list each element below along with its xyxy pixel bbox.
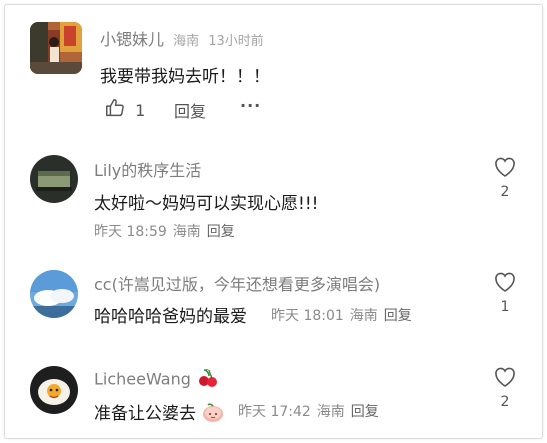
avatar[interactable] [30,22,82,74]
comment-username[interactable]: 小锶妹儿 海南 13小时前 [100,26,264,50]
like-button[interactable]: 1 [490,271,520,315]
like-count: 1 [135,100,146,120]
reply-text: 太好啦～妈妈可以实现心愿!!! [94,194,319,214]
reply-button[interactable]: 回复 [207,224,235,240]
reply-time: 昨天 17:42 [238,404,311,420]
reply-button[interactable]: 回复 [174,98,206,122]
comment-time: 13小时前 [208,34,264,49]
comment-location: 海南 [173,34,200,49]
reply-location: 海南 [172,224,201,240]
reply-meta: 昨天 17:42 海南 回复 [238,401,385,421]
like-button[interactable]: 2 [490,366,520,410]
more-options-button[interactable]: ··· [240,96,261,115]
reply-username[interactable]: Lily的秩序生活 [94,157,201,181]
comment-text: 我要带我妈去听！！！ [100,67,270,87]
like-button[interactable]: 1 [104,97,145,123]
avatar[interactable] [30,155,78,203]
like-count: 1 [500,299,510,315]
comment-thread [4,4,543,439]
reply-text: 准备让公婆去 [94,399,225,428]
reply-meta: 昨天 18:01 海南 回复 [271,305,418,325]
avatar[interactable] [30,270,78,318]
like-button[interactable]: 2 [490,156,520,200]
thumbs-up-icon [104,97,126,123]
heart-icon [493,272,517,297]
heart-icon [493,367,517,392]
reply-location: 海南 [349,308,378,324]
reply-time: 昨天 18:59 [94,224,167,240]
reply-time: 昨天 18:01 [271,308,344,324]
avatar[interactable] [30,366,78,414]
like-count: 2 [500,394,510,410]
reply-text: 哈哈哈哈爸妈的最爱 [94,307,247,327]
like-count: 2 [500,184,510,200]
peach-emoji-icon [201,401,225,428]
reply-username[interactable]: cc(许嵩见过版，今年还想看更多演唱会) [94,271,380,295]
more-icon: ··· [240,96,262,115]
reply-location: 海南 [316,404,345,420]
cherry-icon [196,368,218,392]
reply-button[interactable]: 回复 [351,404,379,420]
heart-icon [493,157,517,182]
reply-meta: 昨天 18:59 海南 回复 [94,221,241,241]
reply-button[interactable]: 回复 [384,308,412,324]
reply-username[interactable]: LicheeWang [94,368,218,392]
